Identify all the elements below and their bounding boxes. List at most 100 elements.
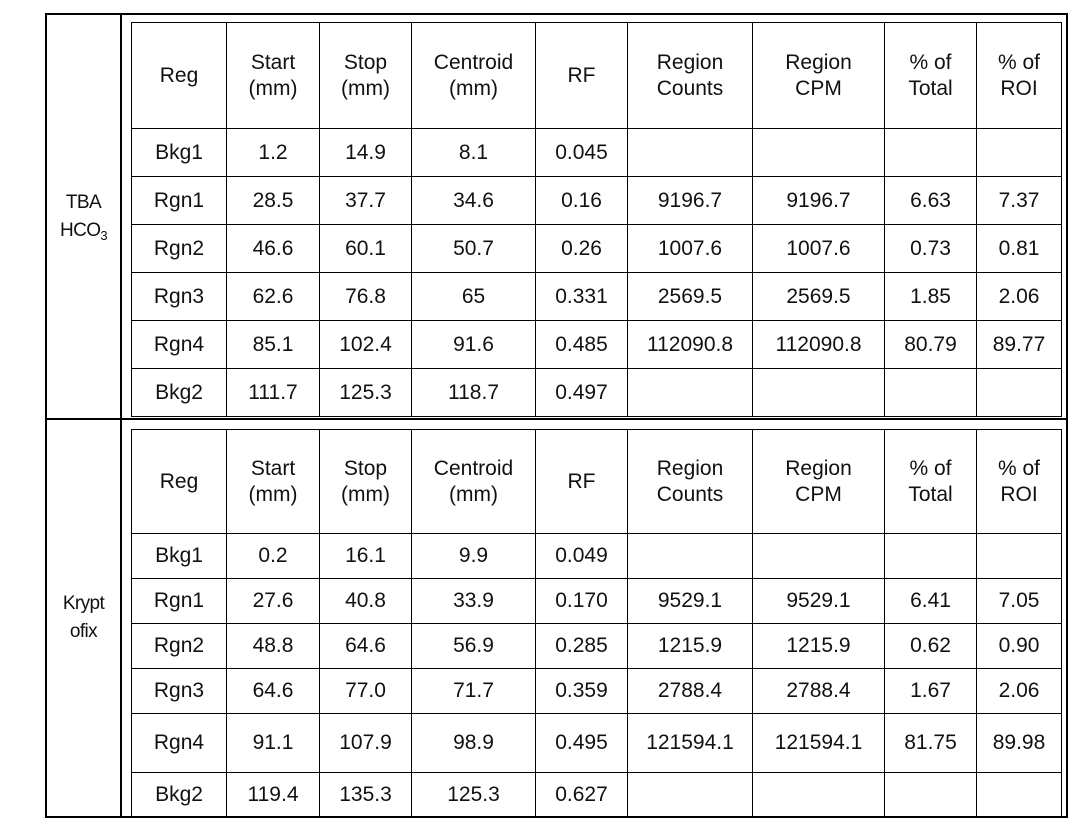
col-header-percent-roi-line2: ROI (1000, 482, 1038, 506)
cell-centroid: 91.6 (411, 320, 536, 369)
col-header-region-counts-line1: Region (656, 50, 724, 74)
section-label-line-1: Krypt (62, 593, 105, 615)
cell-centroid: 9.9 (411, 533, 536, 579)
table-row: Bkg1 0.2 16.1 9.9 0.049 (131, 533, 1062, 579)
cell-percent-total (884, 368, 977, 417)
col-header-percent-roi-line2: ROI (1000, 76, 1038, 100)
col-header-start-line1: Start (250, 50, 296, 74)
table-body-tba-hco3: Bkg1 1.2 14.9 8.1 0.045 Rgn1 28.5 37.7 3… (131, 128, 1062, 417)
col-header-stop-line1: Stop (343, 50, 388, 74)
cell-stop: 16.1 (319, 533, 412, 579)
col-header-region-counts-line2: Counts (656, 76, 724, 100)
col-header-rf: RF (535, 429, 628, 534)
col-header-percent-total-line1: % of (909, 456, 952, 480)
cell-centroid: 56.9 (411, 623, 536, 669)
cell-start: 0.2 (226, 533, 320, 579)
col-header-percent-roi-line1: % of (997, 50, 1041, 74)
cell-reg: Rgn4 (131, 713, 227, 773)
cell-reg: Bkg2 (131, 772, 227, 818)
table-row: Bkg2 119.4 135.3 125.3 0.627 (131, 772, 1062, 818)
col-header-percent-total: % of Total (884, 22, 977, 129)
cell-start: 27.6 (226, 578, 320, 624)
col-header-stop: Stop (mm) (319, 22, 412, 129)
cell-percent-roi: 2.06 (976, 668, 1062, 714)
cell-rf: 0.049 (535, 533, 628, 579)
cell-start: 46.6 (226, 224, 320, 273)
region-table-tba-hco3: Reg Start (mm) Stop (mm) Centroid (mm) RF R… (131, 22, 1062, 417)
cell-centroid: 125.3 (411, 772, 536, 818)
cell-rf: 0.627 (535, 772, 628, 818)
col-header-centroid: Centroid (mm) (411, 429, 536, 534)
col-header-stop: Stop (mm) (319, 429, 412, 534)
section-label-tba-hco3: TBA HCO3 (47, 15, 122, 418)
col-header-reg-line1: Reg (159, 469, 199, 493)
cell-centroid: 118.7 (411, 368, 536, 417)
col-header-region-cpm-line1: Region (785, 50, 852, 74)
cell-percent-roi: 89.77 (976, 320, 1062, 369)
col-header-region-cpm: Region CPM (752, 22, 885, 129)
cell-region-counts: 9196.7 (627, 176, 753, 225)
col-header-percent-roi: % of ROI (976, 429, 1062, 534)
cell-centroid: 71.7 (411, 668, 536, 714)
table-row: Rgn4 85.1 102.4 91.6 0.485 112090.8 1120… (131, 320, 1062, 369)
cell-start: 85.1 (226, 320, 320, 369)
cell-start: 48.8 (226, 623, 320, 669)
col-header-stop-line2: (mm) (341, 482, 390, 506)
section-tba-hco3: TBA HCO3 Reg Start (mm) Stop (mm) Centroid… (47, 15, 1066, 420)
section-label-line-1: TBA (65, 191, 102, 213)
section-label-line-2: ofix (69, 621, 98, 642)
cell-stop: 135.3 (319, 772, 412, 818)
cell-region-counts: 1007.6 (627, 224, 753, 273)
cell-rf: 0.359 (535, 668, 628, 714)
table-row: Rgn2 46.6 60.1 50.7 0.26 1007.6 1007.6 0… (131, 224, 1062, 273)
col-header-percent-total-line2: Total (908, 76, 953, 100)
cell-rf: 0.285 (535, 623, 628, 669)
cell-region-counts: 121594.1 (627, 713, 753, 773)
col-header-centroid-line1: Centroid (433, 50, 514, 74)
col-header-percent-total-line1: % of (909, 50, 952, 74)
cell-region-counts (627, 368, 753, 417)
cell-rf: 0.485 (535, 320, 628, 369)
cell-rf: 0.170 (535, 578, 628, 624)
cell-percent-total (884, 128, 977, 177)
col-header-region-counts-line2: Counts (656, 482, 724, 506)
cell-stop: 125.3 (319, 368, 412, 417)
table-row: Rgn3 64.6 77.0 71.7 0.359 2788.4 2788.4 … (131, 668, 1062, 714)
table-row: Rgn4 91.1 107.9 98.9 0.495 121594.1 1215… (131, 713, 1062, 773)
cell-stop: 76.8 (319, 272, 412, 321)
col-header-stop-line2: (mm) (341, 76, 390, 100)
table-header-tba-hco3: Reg Start (mm) Stop (mm) Centroid (mm) RF R… (131, 22, 1062, 129)
cell-region-cpm: 2569.5 (752, 272, 885, 321)
cell-region-cpm (752, 533, 885, 579)
table-row: Rgn1 27.6 40.8 33.9 0.170 9529.1 9529.1 … (131, 578, 1062, 624)
cell-stop: 64.6 (319, 623, 412, 669)
col-header-region-counts-line1: Region (656, 456, 724, 480)
cell-region-cpm: 9196.7 (752, 176, 885, 225)
header-row: Reg Start (mm) Stop (mm) Centroid (mm) RF R… (131, 22, 1062, 129)
cell-percent-roi: 7.05 (976, 578, 1062, 624)
cell-rf: 0.26 (535, 224, 628, 273)
cell-percent-total: 1.85 (884, 272, 977, 321)
cell-region-cpm (752, 368, 885, 417)
cell-start: 64.6 (226, 668, 320, 714)
section-label-kryptofix: Krypt ofix (47, 420, 122, 816)
cell-region-counts: 9529.1 (627, 578, 753, 624)
cell-centroid: 8.1 (411, 128, 536, 177)
table-body-kryptofix: Bkg1 0.2 16.1 9.9 0.049 Rgn1 27.6 40.8 3… (131, 533, 1062, 818)
col-header-start-line2: (mm) (248, 76, 298, 100)
cell-region-cpm: 112090.8 (752, 320, 885, 369)
cell-rf: 0.045 (535, 128, 628, 177)
cell-stop: 77.0 (319, 668, 412, 714)
col-header-region-counts: Region Counts (627, 22, 753, 129)
cell-stop: 37.7 (319, 176, 412, 225)
cell-rf: 0.497 (535, 368, 628, 417)
cell-stop: 60.1 (319, 224, 412, 273)
cell-percent-total: 80.79 (884, 320, 977, 369)
table-row: Bkg2 111.7 125.3 118.7 0.497 (131, 368, 1062, 417)
cell-reg: Rgn2 (131, 224, 227, 273)
cell-percent-roi: 0.90 (976, 623, 1062, 669)
col-header-rf-line1: RF (567, 469, 596, 493)
cell-reg: Rgn1 (131, 176, 227, 225)
col-header-region-cpm-line2: CPM (795, 76, 842, 100)
cell-stop: 40.8 (319, 578, 412, 624)
